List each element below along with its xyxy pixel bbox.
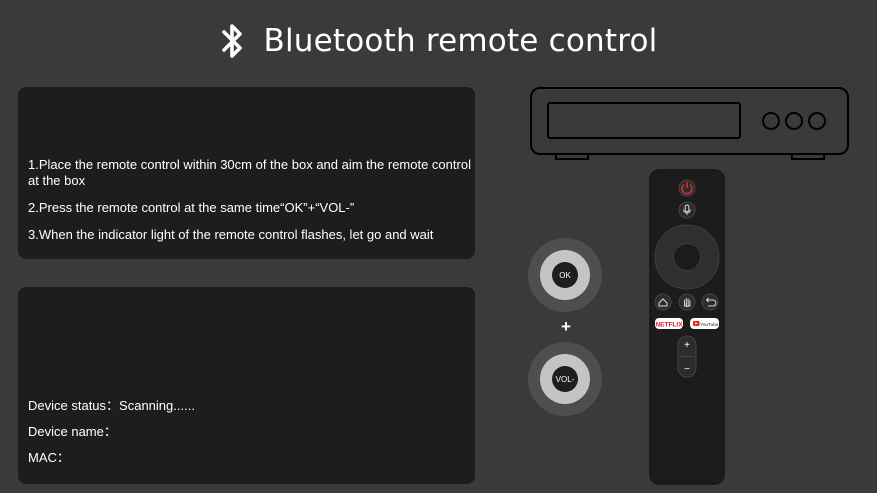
hand-icon	[678, 293, 696, 311]
vol-plus-label: +	[684, 340, 690, 351]
volume-rocker: + −	[677, 335, 697, 378]
youtube-button: YouTube	[690, 318, 719, 329]
youtube-label: YouTube	[700, 322, 718, 327]
home-icon	[654, 293, 672, 311]
dpad-icon	[654, 224, 720, 290]
mic-icon	[678, 201, 696, 219]
netflix-label: NETFLIX	[655, 321, 683, 328]
vol-minus-label: −	[684, 364, 690, 375]
power-icon	[678, 179, 696, 197]
netflix-button: NETFLIX	[655, 318, 683, 329]
back-icon	[701, 293, 719, 311]
tv-box-icon	[530, 87, 849, 160]
device-illustration: NETFLIX YouTube + −	[530, 87, 849, 485]
remote-icon: NETFLIX YouTube + −	[649, 169, 725, 485]
bluetooth-pairing-screen: Bluetooth remote control 1.Place the rem…	[0, 0, 877, 493]
